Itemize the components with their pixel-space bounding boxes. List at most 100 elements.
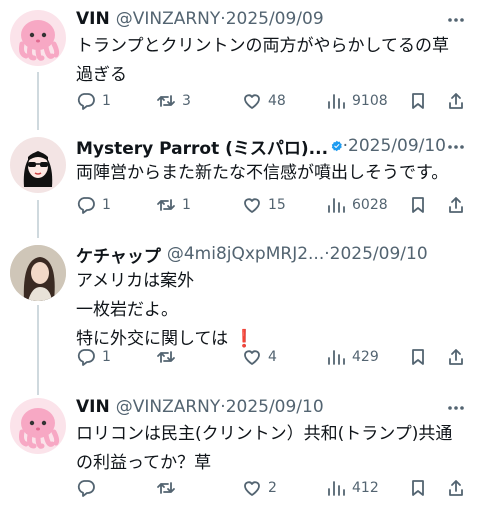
more-options-icon[interactable] <box>446 137 466 157</box>
retweet-icon <box>157 351 175 363</box>
bookmark-button[interactable] <box>408 347 428 367</box>
like-button[interactable]: 48 <box>242 91 286 111</box>
views-button[interactable]: 9108 <box>326 91 388 111</box>
like-button[interactable]: 4 <box>242 347 277 367</box>
timestamp[interactable]: 2025/09/09 <box>226 9 324 29</box>
view-count: 6028 <box>352 197 388 213</box>
reply-button[interactable]: 1 <box>76 347 111 367</box>
bookmark-icon <box>412 349 424 365</box>
bookmark-button[interactable] <box>408 91 428 111</box>
action-bar: 1 3 48 9108 <box>76 89 470 113</box>
reply-button[interactable]: 1 <box>76 195 111 215</box>
tweet-text: トランプとクリントンの両方がやらかしてるの草 過ぎる <box>76 32 470 90</box>
reply-button[interactable]: 1 <box>76 91 111 111</box>
pink-octopus-icon <box>19 408 60 449</box>
action-bar: 2 412 <box>76 476 470 500</box>
views-icon <box>328 481 345 496</box>
user-handle[interactable]: @VINZARNY <box>116 9 221 29</box>
tweet-text-line: 両陣営からまた新たな不信感が噴出しそうです。 <box>76 163 449 183</box>
bookmark-button[interactable] <box>408 195 428 215</box>
tweet-text-line: 過ぎる <box>76 65 127 85</box>
views-button[interactable]: 412 <box>326 478 379 498</box>
timestamp[interactable]: 2025/09/10 <box>348 136 446 156</box>
retweet-icon <box>157 199 175 211</box>
like-button[interactable]: 2 <box>242 478 277 498</box>
tweet[interactable]: Mystery Parrot (ミスパロ)... · 2025/09/10 両陣… <box>0 133 480 228</box>
retweet-button[interactable] <box>156 478 182 498</box>
woman-photo-avatar <box>10 245 66 301</box>
tweet[interactable]: ケチャップ @4mi8jQxpMRJ2... · 2025/09/10 アメリカ… <box>0 241 480 381</box>
reply-count: 1 <box>102 349 111 365</box>
tweet-text-line: ロリコンは民主(クリントン）共和(トランプ)共通 <box>76 424 453 444</box>
retweet-button[interactable]: 1 <box>156 195 191 215</box>
tweet-text-line: の利益ってか？草 <box>76 453 212 473</box>
tweet-text-line: アメリカは案外 <box>76 271 195 291</box>
reply-icon <box>77 480 95 497</box>
bookmark-icon <box>412 197 424 213</box>
share-icon <box>449 349 463 365</box>
bookmark-button[interactable] <box>408 478 428 498</box>
timestamp[interactable]: 2025/09/10 <box>330 244 428 264</box>
reply-count: 1 <box>102 93 111 109</box>
more-options-icon[interactable] <box>446 10 466 30</box>
action-bar: 1 4 429 <box>76 345 470 369</box>
retweet-button[interactable] <box>156 347 182 367</box>
views-button[interactable]: 6028 <box>326 195 388 215</box>
bookmark-icon <box>412 480 424 496</box>
tweet-header: Mystery Parrot (ミスパロ)... · 2025/09/10 <box>76 133 446 159</box>
tweet-text-line: 一枚岩だよ。 <box>76 300 178 320</box>
view-count: 429 <box>352 349 379 365</box>
action-bar: 1 1 15 6028 <box>76 193 470 217</box>
tweet-header: VIN @VINZARNY · 2025/09/10 <box>76 394 446 420</box>
share-button[interactable] <box>446 91 466 111</box>
share-icon <box>449 197 463 213</box>
display-name[interactable]: ケチャップ <box>76 242 161 267</box>
user-handle[interactable]: @VINZARNY <box>116 397 221 417</box>
share-button[interactable] <box>446 195 466 215</box>
retweet-count: 3 <box>182 93 191 109</box>
retweet-button[interactable]: 3 <box>156 91 191 111</box>
views-icon <box>328 350 345 365</box>
view-count: 9108 <box>352 93 388 109</box>
tweet-text: アメリカは案外 一枚岩だよ。 特に外交に関しては ❗ <box>76 267 470 354</box>
views-icon <box>328 198 345 213</box>
pink-octopus-icon <box>19 20 60 61</box>
share-icon <box>449 480 463 496</box>
display-name[interactable]: VIN <box>76 397 110 417</box>
reply-icon <box>77 93 95 110</box>
avatar[interactable] <box>10 245 66 301</box>
views-button[interactable]: 429 <box>326 347 379 367</box>
share-icon <box>449 93 463 109</box>
more-options-icon[interactable] <box>446 398 466 418</box>
avatar[interactable] <box>10 398 66 454</box>
views-icon <box>328 94 345 109</box>
reply-icon <box>77 197 95 214</box>
reply-icon <box>77 349 95 366</box>
avatar[interactable] <box>10 10 66 66</box>
reply-button[interactable] <box>76 478 102 498</box>
display-name[interactable]: VIN <box>76 9 110 29</box>
retweet-icon <box>157 482 175 494</box>
like-count: 4 <box>268 349 277 365</box>
tweet-header: VIN @VINZARNY · 2025/09/09 <box>76 6 446 32</box>
bookmark-icon <box>412 93 424 109</box>
view-count: 412 <box>352 480 379 496</box>
tweet[interactable]: VIN @VINZARNY · 2025/09/10 ロリコンは民主(クリントン… <box>0 394 480 504</box>
tweet[interactable]: VIN @VINZARNY · 2025/09/09 トランプとクリントンの両方… <box>0 6 480 121</box>
user-handle[interactable]: @4mi8jQxpMRJ2... <box>167 244 324 264</box>
tweet-header: ケチャップ @4mi8jQxpMRJ2... · 2025/09/10 <box>76 241 446 267</box>
retweet-count: 1 <box>182 197 191 213</box>
reply-count: 1 <box>102 197 111 213</box>
display-name[interactable]: Mystery Parrot (ミスパロ)... <box>76 134 328 159</box>
share-button[interactable] <box>446 347 466 367</box>
retweet-icon <box>157 95 175 107</box>
heart-icon <box>244 350 260 365</box>
verified-badge-icon <box>331 140 342 152</box>
tweet-text: ロリコンは民主(クリントン）共和(トランプ)共通 の利益ってか？草 <box>76 420 470 478</box>
tweet-text: 両陣営からまた新たな不信感が噴出しそうです。 <box>76 159 470 188</box>
avatar[interactable] <box>10 137 66 193</box>
timestamp[interactable]: 2025/09/10 <box>226 397 324 417</box>
heart-icon <box>244 198 260 213</box>
share-button[interactable] <box>446 478 466 498</box>
like-button[interactable]: 15 <box>242 195 286 215</box>
